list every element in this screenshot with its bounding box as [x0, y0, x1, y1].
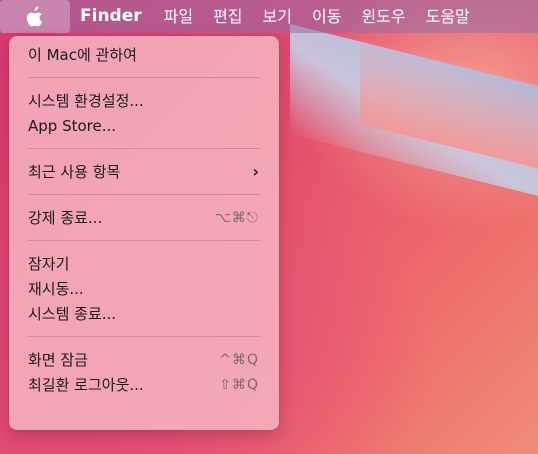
- menu-item-restart[interactable]: 재시동...: [9, 276, 279, 301]
- menu-file[interactable]: 파일: [154, 0, 203, 33]
- menu-item-label: 시스템 환경설정...: [28, 92, 144, 110]
- menu-item-label: 잠자기: [28, 255, 70, 273]
- menu-item-sleep[interactable]: 잠자기: [9, 251, 279, 276]
- menu-bar: Finder 파일 편집 보기 이동 윈도우 도움말: [0, 0, 538, 33]
- apple-menu-button[interactable]: [0, 0, 70, 33]
- shortcut-label: ⇧⌘Q: [219, 376, 259, 393]
- menu-finder[interactable]: Finder: [70, 0, 154, 33]
- menu-item-lock-screen[interactable]: 화면 잠금 ^⌘Q: [9, 347, 279, 372]
- menu-item-label: 이 Mac에 관하여: [28, 46, 137, 64]
- menu-separator: [28, 336, 260, 337]
- menu-item-log-out[interactable]: 최길환 로그아웃... ⇧⌘Q: [9, 372, 279, 397]
- menu-window[interactable]: 윈도우: [351, 0, 415, 33]
- menu-item-force-quit[interactable]: 강제 종료... ⌥⌘⎋: [9, 205, 279, 230]
- menu-go[interactable]: 이동: [302, 0, 351, 33]
- menu-separator: [28, 240, 260, 241]
- apple-menu-dropdown: 이 Mac에 관하여 시스템 환경설정... App Store... 최근 사…: [9, 36, 279, 430]
- shortcut-label: ⌥⌘⎋: [214, 209, 259, 226]
- menu-item-recent-items[interactable]: 최근 사용 항목 ›: [9, 159, 279, 184]
- menu-view[interactable]: 보기: [253, 0, 302, 33]
- menu-separator: [28, 77, 260, 78]
- menu-item-shut-down[interactable]: 시스템 종료...: [9, 301, 279, 326]
- menu-separator: [28, 194, 260, 195]
- menu-item-label: 최근 사용 항목: [28, 163, 121, 181]
- shortcut-label: ^⌘Q: [219, 351, 259, 368]
- menu-item-label: 강제 종료...: [28, 209, 103, 227]
- menu-item-system-preferences[interactable]: 시스템 환경설정...: [9, 88, 279, 113]
- menu-item-app-store[interactable]: App Store...: [9, 113, 279, 138]
- menu-item-label: 시스템 종료...: [28, 305, 117, 323]
- menu-item-label: App Store...: [28, 116, 117, 135]
- menu-item-label: 화면 잠금: [28, 351, 88, 369]
- menu-item-about-this-mac[interactable]: 이 Mac에 관하여: [9, 42, 279, 67]
- menu-separator: [28, 148, 260, 149]
- menu-item-label: 재시동...: [28, 280, 84, 298]
- menu-item-label: 최길환 로그아웃...: [28, 376, 144, 394]
- menu-help[interactable]: 도움말: [416, 0, 480, 33]
- chevron-right-icon: ›: [252, 162, 259, 181]
- apple-icon: [26, 6, 43, 27]
- menu-edit[interactable]: 편집: [203, 0, 252, 33]
